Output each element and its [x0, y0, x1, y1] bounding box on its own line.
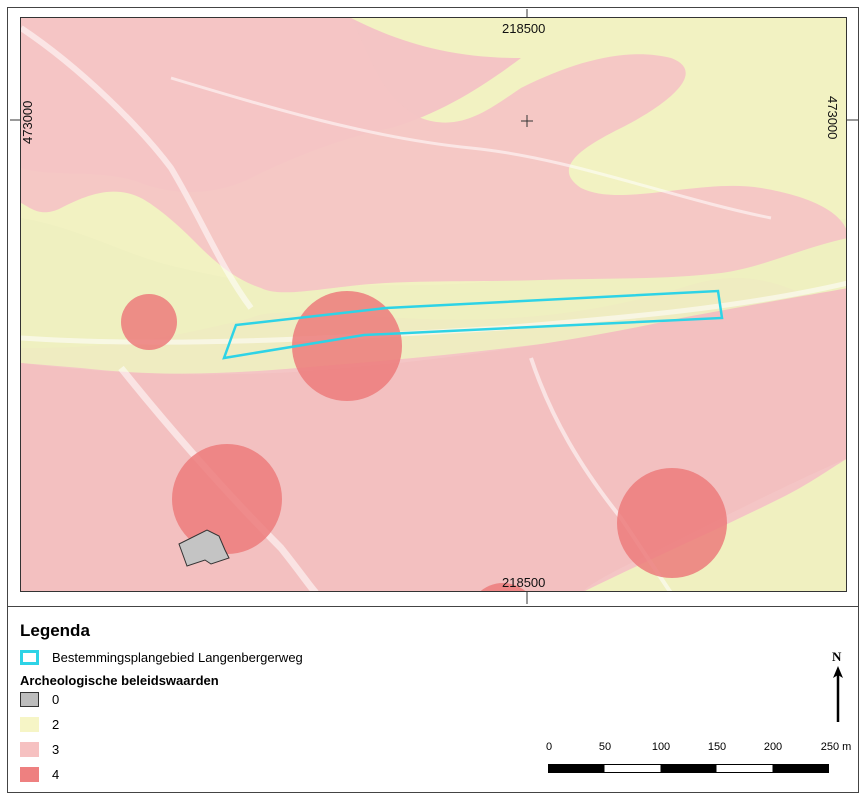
- coordinate-label-bottom: 218500: [502, 575, 546, 590]
- scalebar: [548, 764, 829, 773]
- coordinate-label-left: 473000: [20, 100, 35, 144]
- legend-item-label: 3: [52, 742, 60, 757]
- scalebar-tick-label: 200: [763, 741, 783, 753]
- scalebar-tick-label: 150: [707, 741, 727, 753]
- legend-item-label: Bestemmingsplangebied Langenbergerweg: [52, 650, 303, 665]
- value-4-swatch: [20, 767, 39, 782]
- legend-item-value-4: 4: [20, 767, 59, 782]
- zone-value-4-circle: [617, 468, 727, 578]
- coordinate-label-top: 218500: [502, 21, 546, 36]
- legend-subtitle: Archeologische beleidswaarden: [20, 673, 219, 688]
- legend-divider: [7, 606, 859, 607]
- value-2-swatch: [20, 717, 39, 732]
- scalebar-tick-label: 100: [651, 741, 671, 753]
- legend-item-label: 4: [52, 767, 60, 782]
- zone-value-4-circle: [121, 294, 177, 350]
- scalebar-tick-label: 0: [545, 741, 553, 753]
- zone-value-4-circle: [172, 444, 282, 554]
- north-arrow-icon: [833, 666, 843, 722]
- legend-item-label: 0: [52, 692, 60, 707]
- north-arrow-label: N: [832, 649, 842, 664]
- legend-item-value-0: 0: [20, 692, 59, 707]
- legend-item-label: 2: [52, 717, 60, 732]
- legend-title: Legenda: [20, 621, 90, 640]
- legend-item-plan-boundary: Bestemmingsplangebied Langenbergerweg: [20, 650, 303, 665]
- map-canvas: [21, 18, 846, 591]
- value-0-swatch: [20, 692, 39, 707]
- scalebar-tick-label: 50: [598, 741, 612, 753]
- map-view[interactable]: [20, 17, 847, 592]
- coordinate-label-right: 473000: [825, 96, 840, 140]
- value-3-swatch: [20, 742, 39, 757]
- legend-item-value-3: 3: [20, 742, 59, 757]
- plan-boundary-swatch: [20, 650, 39, 665]
- scalebar-tick-label: 250 m: [820, 741, 852, 753]
- legend-item-value-2: 2: [20, 717, 59, 732]
